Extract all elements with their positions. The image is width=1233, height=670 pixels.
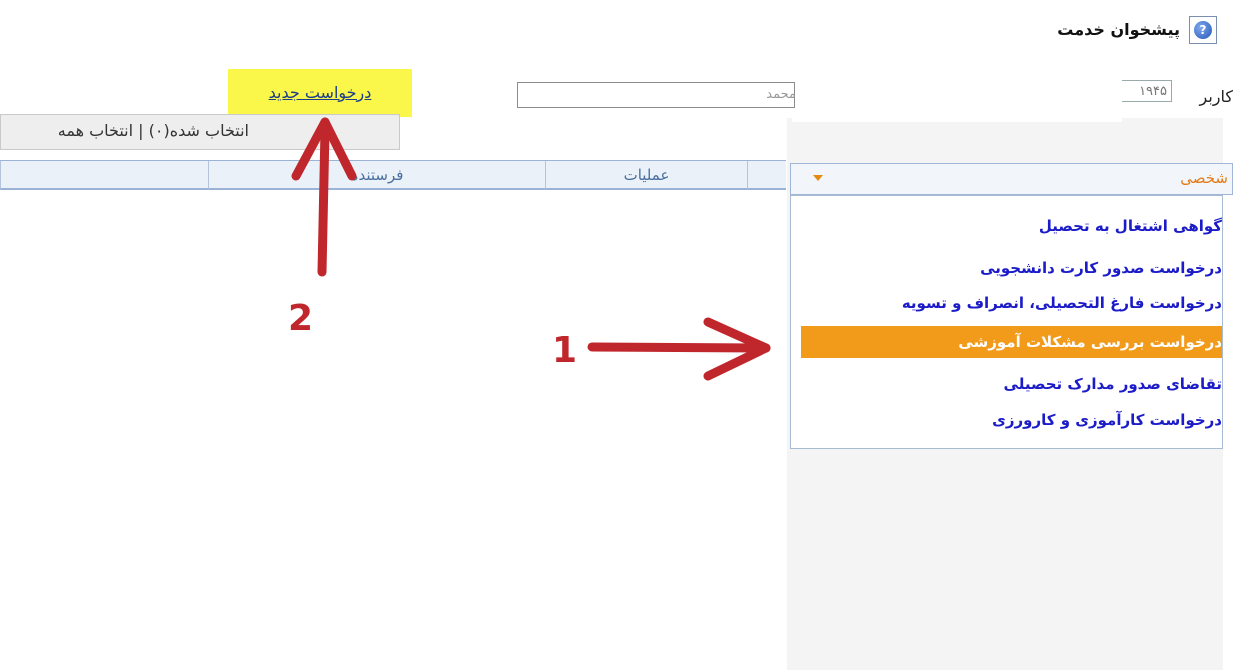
annotation-label-2: 2 [288,298,314,339]
arrow-right-icon [587,317,771,381]
annotation-label-1: 1 [552,330,578,371]
arrow-up-icon [291,117,357,277]
annotation-layer [291,117,771,381]
